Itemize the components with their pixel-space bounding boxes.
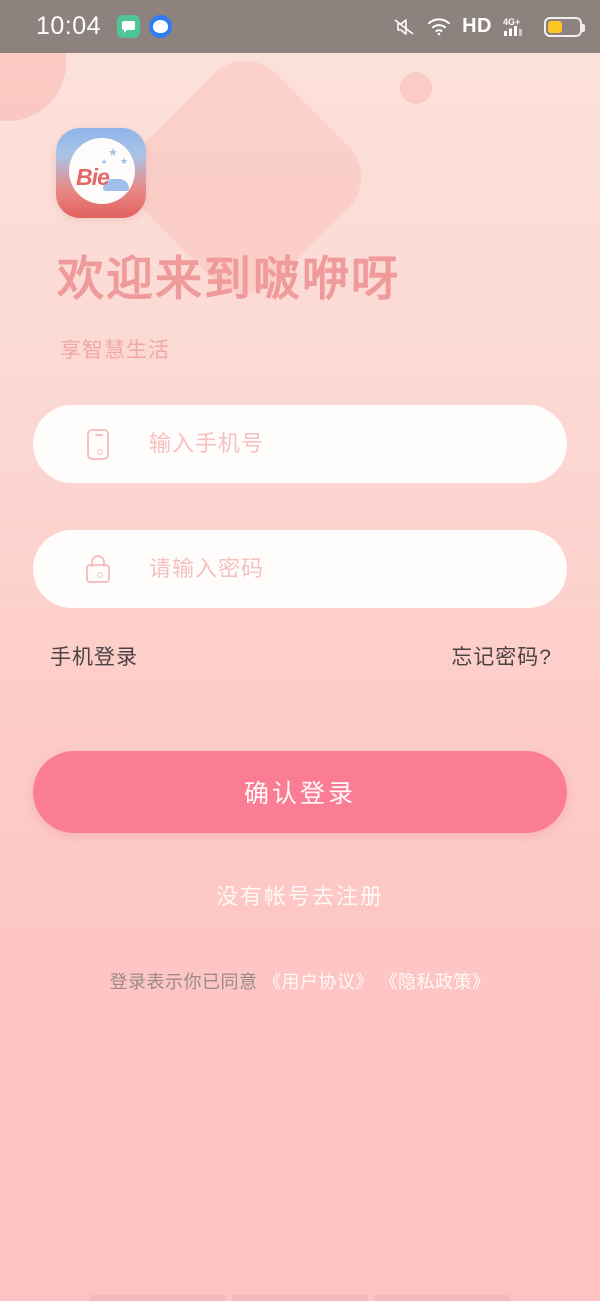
login-screen: 10:04 HD 4G+ ★ ★ ★ Bie 欢迎来到啵咿呀 享智慧生活 输入手… xyxy=(0,0,600,1301)
status-bar: 10:04 HD 4G+ xyxy=(0,0,600,53)
status-time: 10:04 xyxy=(36,12,102,40)
phone-icon xyxy=(83,427,113,461)
hd-icon: HD xyxy=(462,15,492,37)
signal-4g-icon: 4G+ xyxy=(503,17,522,36)
mute-icon xyxy=(394,18,414,35)
svg-text:4G+: 4G+ xyxy=(503,17,520,27)
phone-input[interactable] xyxy=(149,431,529,457)
agreement-text: 登录表示你已同意 《用户协议》 《隐私政策》 xyxy=(0,968,600,994)
decor-circle-top-right xyxy=(400,72,432,104)
nav-back-segment[interactable] xyxy=(90,1295,226,1301)
status-notification-icons xyxy=(117,15,173,38)
app-logo: ★ ★ ★ Bie xyxy=(56,128,146,218)
nav-home-segment[interactable] xyxy=(232,1295,368,1301)
message-app-icon xyxy=(117,15,141,38)
battery-icon xyxy=(544,16,585,37)
phone-login-link[interactable]: 手机登录 xyxy=(50,641,138,671)
logo-star-icon: ★ xyxy=(108,147,118,159)
browser-app-icon xyxy=(149,15,173,38)
status-system-icons: HD 4G+ xyxy=(392,15,585,38)
logo-star-icon-small: ★ xyxy=(120,156,129,166)
phone-input-field[interactable] xyxy=(33,405,567,483)
logo-wordmark: Bie xyxy=(76,164,110,190)
wifi-icon xyxy=(428,18,451,36)
password-input-field[interactable] xyxy=(33,530,567,608)
user-terms-link[interactable]: 《用户协议》 xyxy=(263,972,374,992)
auth-links-row: 手机登录 忘记密码? xyxy=(50,641,552,671)
navigation-hint-bar xyxy=(0,1291,600,1301)
page-subtitle: 享智慧生活 xyxy=(60,339,170,362)
register-link[interactable]: 没有帐号去注册 xyxy=(0,879,600,911)
lock-icon xyxy=(83,552,113,586)
battery-level-fill xyxy=(548,20,562,33)
privacy-policy-link[interactable]: 《隐私政策》 xyxy=(380,972,491,992)
password-input[interactable] xyxy=(149,556,529,582)
nav-recent-segment[interactable] xyxy=(374,1295,510,1301)
agreement-prefix: 登录表示你已同意 xyxy=(109,972,263,992)
confirm-login-button[interactable]: 确认登录 xyxy=(33,751,567,833)
forgot-password-link[interactable]: 忘记密码? xyxy=(451,641,552,671)
page-title: 欢迎来到啵咿呀 xyxy=(57,252,400,305)
